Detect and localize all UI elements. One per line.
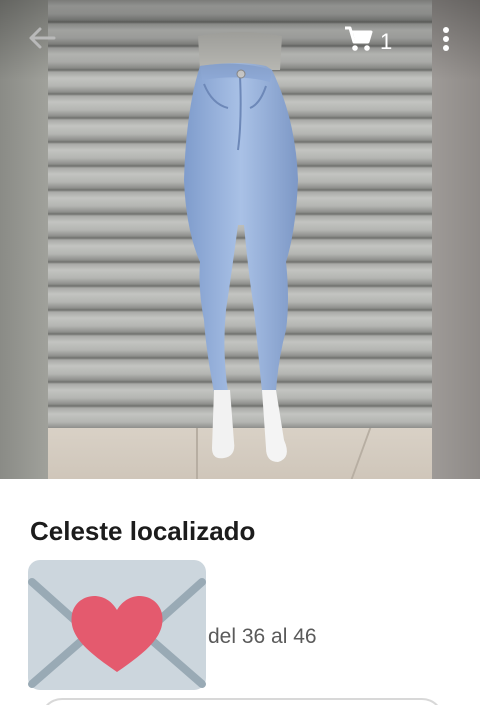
cart-button[interactable]	[340, 24, 376, 58]
bottom-action-container[interactable]	[40, 698, 444, 705]
top-bar	[0, 0, 480, 80]
size-range-text: del 36 al 46	[208, 625, 317, 648]
product-title: Celeste localizado	[30, 516, 256, 546]
cart-count-badge: 1	[380, 29, 393, 54]
more-options-button[interactable]	[434, 24, 458, 58]
arrow-left-icon	[28, 26, 56, 55]
product-screen: 1 Celeste localizado del 36 al 46	[0, 0, 480, 705]
cart-icon	[343, 25, 373, 58]
more-vert-icon	[442, 26, 450, 57]
love-letter-icon	[28, 560, 206, 690]
product-photo[interactable]: 1	[0, 0, 480, 479]
back-button[interactable]	[22, 22, 62, 58]
